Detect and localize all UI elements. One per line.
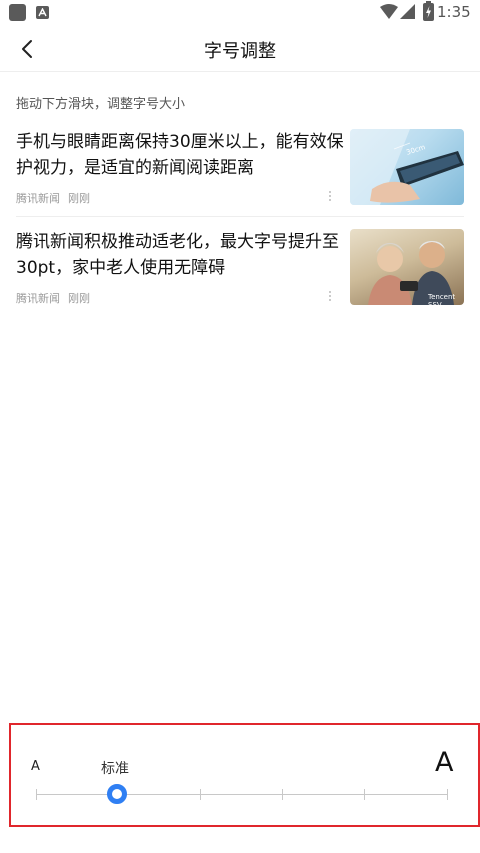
article-thumbnail: Tencent SSV <box>350 229 464 305</box>
slider-track[interactable] <box>36 794 448 795</box>
article-meta: 腾讯新闻 刚刚 <box>16 190 90 206</box>
signal-icon <box>400 4 415 19</box>
article-time: 刚刚 <box>68 192 90 205</box>
list-item[interactable]: 手机与眼睛距离保持30厘米以上，能有效保护视力，是适宜的新闻阅读距离 腾讯新闻刚… <box>16 129 464 217</box>
article-title: 腾讯新闻积极推动适老化，最大字号提升至30pt，家中老人使用无障碍 <box>16 232 339 278</box>
article-meta: 腾讯新闻 刚刚 <box>16 290 90 306</box>
font-size-slider-panel: A 标准 A <box>9 723 480 827</box>
slider-tick[interactable] <box>364 789 365 800</box>
header: 字号调整 <box>0 26 480 72</box>
article-time: 刚刚 <box>68 292 90 305</box>
article-source: 腾讯新闻 <box>16 292 60 305</box>
slider-tick[interactable] <box>447 789 448 800</box>
large-size-label: A <box>435 747 454 778</box>
small-size-label: A <box>31 759 40 774</box>
battery-icon <box>423 1 434 21</box>
slider-tick[interactable] <box>200 789 201 800</box>
hint-text: 拖动下方滑块，调整字号大小 <box>16 97 186 112</box>
app-icon <box>9 4 26 21</box>
page-title: 字号调整 <box>204 41 276 62</box>
more-icon[interactable] <box>328 191 332 203</box>
article-title: 手机与眼睛距离保持30厘米以上，能有效保护视力，是适宜的新闻阅读距离 <box>16 132 344 178</box>
article-source: 腾讯新闻 <box>16 192 60 205</box>
store-icon <box>36 6 49 19</box>
status-bar: 1:35 <box>0 0 480 26</box>
slider-tick[interactable] <box>36 789 37 800</box>
wifi-icon <box>380 4 398 19</box>
status-time: 1:35 <box>437 3 471 21</box>
slider-tick[interactable] <box>282 789 283 800</box>
list-item[interactable]: 腾讯新闻积极推动适老化，最大字号提升至30pt，家中老人使用无障碍 腾讯新闻 刚刚… <box>16 229 464 309</box>
article-thumbnail: 30cm <box>350 129 464 205</box>
thumbnail-label: Tencent SSV <box>428 293 456 305</box>
current-size-label: 标准 <box>101 761 129 777</box>
phone-hand-image <box>350 129 464 205</box>
slider-handle[interactable] <box>107 784 127 804</box>
more-icon[interactable] <box>328 291 332 303</box>
